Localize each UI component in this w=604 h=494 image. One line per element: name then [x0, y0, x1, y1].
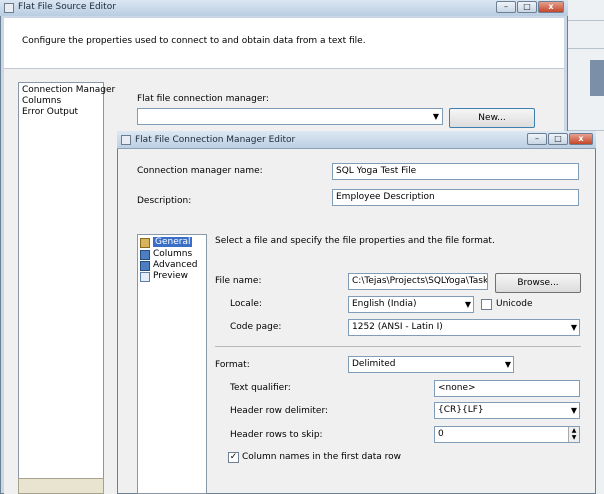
- chevron-down-icon: ▼: [464, 300, 471, 309]
- source-editor-title: Flat File Source Editor: [18, 2, 116, 12]
- text-qualifier-input[interactable]: <none>: [434, 380, 580, 397]
- text-qualifier-label: Text qualifier:: [230, 383, 291, 393]
- connection-manager-label: Flat file connection manager:: [137, 94, 269, 104]
- maximize-icon[interactable]: □: [517, 1, 537, 13]
- unicode-label: Unicode: [496, 299, 533, 309]
- status-strip: [18, 478, 104, 494]
- new-button[interactable]: New...: [449, 108, 535, 128]
- dialog-minimize-icon[interactable]: –: [527, 133, 547, 145]
- nav-item-label: General: [153, 237, 193, 247]
- description-input[interactable]: Employee Description: [332, 189, 579, 206]
- locale-select[interactable]: English (India) ▼: [348, 296, 474, 313]
- page-item-error-output[interactable]: Error Output: [22, 107, 78, 117]
- file-name-input[interactable]: C:\Tejas\Projects\SQLYoga\TasksTuto: [348, 273, 488, 290]
- nav-item-general[interactable]: General: [153, 237, 193, 247]
- advanced-icon: [140, 261, 150, 271]
- source-editor-page-list: [18, 82, 104, 494]
- header-rows-to-skip-label: Header rows to skip:: [230, 430, 323, 440]
- header-rows-to-skip-value: 0: [438, 429, 444, 439]
- format-label: Format:: [215, 360, 250, 370]
- locale-label: Locale:: [230, 299, 262, 309]
- page-item-columns[interactable]: Columns: [22, 96, 61, 106]
- divider: [568, 20, 604, 21]
- dialog-maximize-icon[interactable]: □: [548, 133, 568, 145]
- chevron-down-icon: ▼: [570, 406, 577, 415]
- column-names-checkbox[interactable]: ✓: [228, 452, 239, 463]
- page-item-connection-manager[interactable]: Connection Manager: [22, 85, 115, 95]
- column-names-label: Column names in the first data row: [242, 452, 402, 462]
- connection-name-input[interactable]: SQL Yoga Test File: [332, 163, 579, 180]
- dialog-app-icon: [121, 135, 131, 145]
- format-value: Delimited: [352, 359, 396, 369]
- header-row-delimiter-label: Header row delimiter:: [230, 406, 329, 416]
- header-row-delimiter-value: {CR}{LF}: [438, 405, 484, 415]
- preview-icon: [140, 272, 150, 282]
- nav-item-preview[interactable]: Preview: [153, 271, 188, 281]
- nav-item-columns[interactable]: Columns: [153, 249, 192, 259]
- dialog-close-icon[interactable]: x: [569, 133, 593, 145]
- locale-value: English (India): [352, 299, 417, 309]
- code-page-label: Code page:: [230, 322, 282, 332]
- header-row-delimiter-select[interactable]: {CR}{LF} ▼: [434, 402, 580, 419]
- minimize-icon[interactable]: –: [496, 1, 516, 13]
- window-app-icon: [4, 3, 14, 13]
- unicode-checkbox[interactable]: [481, 299, 492, 310]
- close-icon[interactable]: x: [538, 1, 564, 13]
- nav-item-advanced[interactable]: Advanced: [153, 260, 197, 270]
- format-select[interactable]: Delimited ▼: [348, 356, 514, 373]
- code-page-select[interactable]: 1252 (ANSI - Latin I) ▼: [348, 319, 580, 336]
- source-editor-description: Configure the properties used to connect…: [22, 36, 366, 46]
- chevron-down-icon: ▼: [570, 323, 577, 332]
- header-rows-to-skip-stepper[interactable]: 0: [434, 426, 580, 443]
- connection-name-label: Connection manager name:: [137, 166, 263, 176]
- browse-button[interactable]: Browse...: [495, 273, 581, 293]
- code-page-value: 1252 (ANSI - Latin I): [352, 322, 443, 332]
- chevron-down-icon: ▼: [504, 360, 511, 369]
- description-label: Description:: [137, 196, 192, 206]
- spin-arrows-icon[interactable]: ▲ ▼: [568, 427, 579, 442]
- connection-manager-combo[interactable]: [137, 108, 443, 125]
- chevron-down-icon[interactable]: ▼: [429, 108, 443, 125]
- divider: [215, 346, 581, 347]
- file-name-label: File name:: [215, 276, 262, 286]
- background-scroll-block: [590, 60, 604, 96]
- columns-icon: [140, 250, 150, 260]
- divider: [568, 48, 604, 49]
- instructions-text: Select a file and specify the file prope…: [215, 236, 495, 246]
- general-icon: [140, 238, 150, 248]
- dialog-title: Flat File Connection Manager Editor: [135, 135, 296, 145]
